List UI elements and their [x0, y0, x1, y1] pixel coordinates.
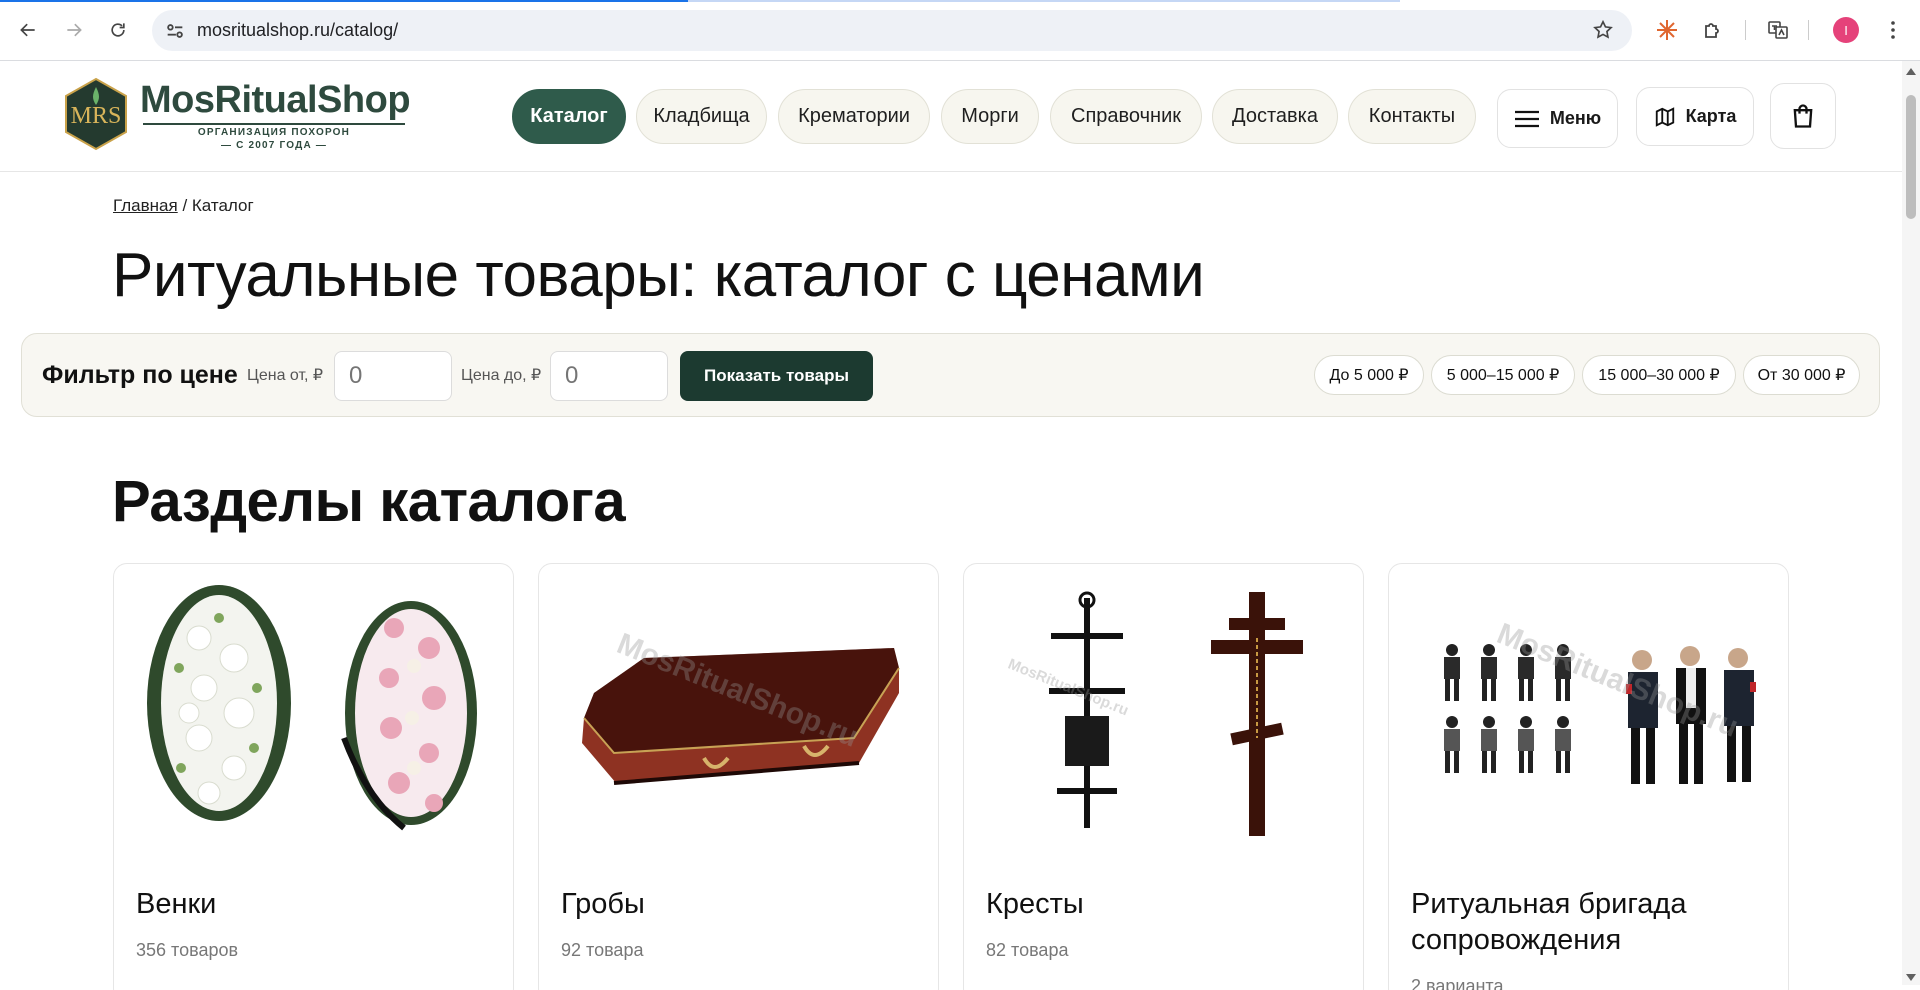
- site-header: MRS MosRitualShop ОРГАНИЗАЦИЯ ПОХОРОН — …: [0, 61, 1902, 172]
- logo-title[interactable]: MosRitualShop: [140, 79, 411, 122]
- bookmark-star-icon[interactable]: [1592, 19, 1614, 41]
- browser-toolbar: mosritualshop.ru/catalog/ I: [0, 0, 1920, 61]
- price-chip-under-5000[interactable]: До 5 000 ₽: [1314, 355, 1424, 395]
- address-bar[interactable]: mosritualshop.ru/catalog/: [152, 10, 1632, 51]
- price-chip-5000-15000[interactable]: 5 000–15 000 ₽: [1431, 355, 1575, 395]
- catalog-card-wreaths[interactable]: Венки 356 товаров: [113, 563, 514, 990]
- reload-icon[interactable]: [102, 14, 134, 46]
- nav-catalog[interactable]: Каталог: [512, 89, 626, 144]
- price-to-input[interactable]: [550, 351, 668, 401]
- catalog-card-crosses[interactable]: MosRitualShop.ru Кресты 82 товара: [963, 563, 1364, 990]
- card-title[interactable]: Ритуальная бригада сопровождения: [1411, 886, 1781, 958]
- price-from-input[interactable]: [334, 351, 452, 401]
- show-products-button[interactable]: Показать товары: [680, 351, 873, 401]
- price-chip-15000-30000[interactable]: 15 000–30 000 ₽: [1582, 355, 1736, 395]
- card-title[interactable]: Кресты: [986, 886, 1356, 922]
- card-title[interactable]: Венки: [136, 886, 506, 922]
- card-title[interactable]: Гробы: [561, 886, 931, 922]
- nav-directory[interactable]: Справочник: [1050, 89, 1202, 144]
- breadcrumb-current: Каталог: [191, 196, 254, 215]
- translate-icon[interactable]: [1765, 17, 1791, 43]
- nav-crematoria[interactable]: Крематории: [778, 89, 930, 144]
- nav-delivery[interactable]: Доставка: [1212, 89, 1338, 144]
- crosses-image: [979, 578, 1349, 840]
- breadcrumb-home-link[interactable]: Главная: [113, 196, 178, 215]
- back-icon[interactable]: [12, 14, 44, 46]
- map-button[interactable]: Карта: [1636, 87, 1754, 146]
- shopping-bag-icon: [1793, 104, 1813, 128]
- catalog-card-funeral-team[interactable]: MosRitualShop.ru Ритуальная бригада сопр…: [1388, 563, 1789, 990]
- site-info-icon[interactable]: [164, 20, 186, 42]
- forward-icon[interactable]: [58, 14, 90, 46]
- page-title: Ритуальные товары: каталог с ценами: [112, 241, 1205, 310]
- scroll-down-arrow-icon[interactable]: [1906, 974, 1916, 981]
- nav-cemeteries[interactable]: Кладбища: [636, 89, 767, 144]
- catalog-card-coffins[interactable]: MosRitualShop.ru Гробы 92 товара: [538, 563, 939, 990]
- card-count: 92 товара: [561, 940, 644, 960]
- logo-since: — С 2007 ГОДА —: [220, 140, 328, 151]
- hamburger-icon: [1514, 110, 1539, 127]
- wreaths-image: [129, 578, 499, 840]
- card-count: 356 товаров: [136, 940, 239, 960]
- more-vert-icon[interactable]: [1880, 17, 1906, 43]
- breadcrumb-separator: /: [177, 196, 192, 215]
- map-icon: [1655, 106, 1674, 127]
- price-chip-over-30000[interactable]: От 30 000 ₽: [1743, 355, 1860, 395]
- menu-button[interactable]: Меню: [1497, 89, 1618, 148]
- nav-morgues[interactable]: Морги: [941, 89, 1039, 144]
- section-title: Разделы каталога: [112, 469, 626, 534]
- scroll-up-arrow-icon[interactable]: [1906, 68, 1916, 75]
- logo-tagline: ОРГАНИЗАЦИЯ ПОХОРОН: [197, 127, 351, 138]
- cart-button[interactable]: [1770, 83, 1836, 149]
- map-label: Карта: [1685, 106, 1737, 126]
- card-count: 2 варианта: [1411, 976, 1504, 990]
- url-text[interactable]: mosritualshop.ru/catalog/: [197, 20, 398, 41]
- svg-text:MRS: MRS: [71, 103, 122, 129]
- card-count: 82 товара: [986, 940, 1069, 960]
- scroll-thumb[interactable]: [1906, 95, 1916, 219]
- breadcrumb: Главная / Каталог: [113, 196, 254, 216]
- extensions-puzzle-icon[interactable]: [1700, 17, 1726, 43]
- price-from-label: Цена от, ₽: [247, 367, 324, 384]
- nav-contacts[interactable]: Контакты: [1348, 89, 1476, 144]
- filter-title: Фильтр по цене: [42, 361, 238, 389]
- profile-avatar[interactable]: I: [1833, 17, 1859, 43]
- claude-extension-icon[interactable]: [1654, 17, 1680, 43]
- page-load-progress: [0, 0, 688, 2]
- logo-emblem[interactable]: MRS: [64, 77, 128, 151]
- menu-label: Меню: [1549, 108, 1602, 128]
- price-to-label: Цена до, ₽: [461, 367, 542, 384]
- price-filter: Фильтр по цене Цена от, ₽ Цена до, ₽ Пок…: [21, 333, 1880, 417]
